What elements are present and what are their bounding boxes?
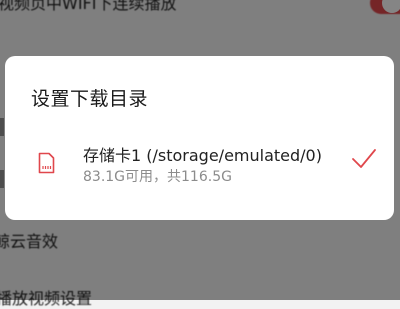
- storage-capacity: 83.1G可用，共116.5G: [83, 169, 232, 185]
- storage-name: 存储卡1 (/storage/emulated/0): [83, 146, 322, 165]
- check-icon: [352, 149, 376, 168]
- sd-card-icon: [38, 152, 55, 174]
- dialog-title: 设置下载目录: [31, 88, 149, 110]
- download-directory-dialog: 设置下载目录 存储卡1 (/storage/emulated/0) 83.1G可…: [5, 56, 394, 220]
- storage-option-card1[interactable]: 存储卡1 (/storage/emulated/0) 83.1G可用，共116.…: [5, 134, 394, 196]
